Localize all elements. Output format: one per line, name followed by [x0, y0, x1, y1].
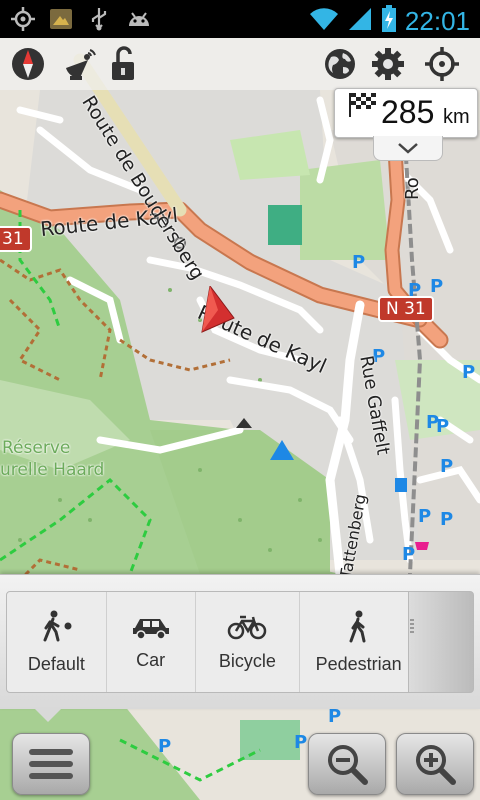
usb-icon [86, 6, 112, 32]
satellite-dish-icon [66, 49, 96, 80]
mode-pedestrian-label: Pedestrian [315, 653, 402, 674]
svg-text:P: P [462, 362, 475, 383]
battery-charging-icon [381, 5, 397, 37]
settings-button[interactable] [366, 42, 410, 86]
car-icon [132, 618, 169, 640]
my-location-icon [425, 47, 459, 81]
notification-app-icon [48, 6, 74, 32]
svg-text:P: P [328, 706, 341, 727]
svg-text:P: P [418, 506, 431, 527]
clock: 22:01 [404, 5, 470, 36]
chevron-down-icon [398, 143, 418, 154]
signal-icon [347, 6, 373, 36]
mode-default-button[interactable]: Default [7, 592, 107, 692]
zoom-in-button[interactable] [396, 733, 474, 795]
map-label-ro: Ro [402, 177, 423, 200]
route-mode-list: Default Car Bicycle Pedestrian [6, 591, 418, 693]
panel-grip-right [410, 619, 414, 633]
globe-icon [325, 49, 355, 79]
current-location-arrow [196, 286, 236, 334]
lock-screen-button[interactable] [102, 42, 146, 86]
layers-button[interactable] [318, 42, 362, 86]
walk-dot-icon [43, 610, 72, 641]
zoom-out-button[interactable] [308, 733, 386, 795]
route-mode-panel: Default Car Bicycle Pedestrian [0, 574, 480, 709]
menu-icon [29, 749, 73, 779]
mode-car-button[interactable]: Car [107, 592, 196, 692]
road-shield-31: 31 [0, 226, 32, 252]
distance-unit: km [443, 106, 470, 128]
lock-open-icon [112, 46, 134, 80]
mode-bicycle-button[interactable]: Bicycle [196, 592, 301, 692]
panel-pointer [34, 708, 62, 722]
map-label-reserve-name: urelle Haard [0, 460, 105, 480]
status-bar: 22:01 [0, 0, 480, 38]
menu-button[interactable] [12, 733, 90, 795]
mode-bicycle-label: Bicycle [218, 650, 276, 671]
mode-car-label: Car [136, 649, 166, 670]
compass-button[interactable] [6, 42, 50, 86]
zoom-in-icon [416, 745, 456, 785]
checkered-flag-icon [349, 93, 377, 121]
panel-scroll-edge [408, 591, 474, 693]
bicycle-icon [228, 615, 267, 639]
svg-text:P: P [440, 456, 453, 477]
svg-text:P: P [436, 416, 449, 437]
svg-text:P: P [352, 252, 365, 273]
wifi-icon [309, 6, 339, 36]
mode-default-label: Default [27, 653, 85, 674]
map-label-reserve: Réserve [2, 438, 71, 458]
expand-info-button[interactable] [373, 136, 443, 161]
map-toolbar [0, 38, 480, 90]
pedestrian-icon [349, 610, 366, 642]
svg-text:P: P [402, 544, 415, 565]
distance-value: 285 [381, 94, 435, 130]
my-location-button[interactable] [420, 42, 464, 86]
svg-text:P: P [440, 509, 453, 530]
svg-text:P: P [294, 732, 307, 753]
android-debug-icon [124, 6, 150, 32]
svg-text:P: P [430, 276, 443, 297]
road-shield-n31: N 31 [378, 296, 434, 322]
gear-icon [372, 48, 404, 80]
gps-icon [10, 6, 36, 32]
svg-text:P: P [158, 736, 171, 757]
compass-icon [12, 48, 44, 80]
gps-status-button[interactable] [58, 42, 102, 86]
zoom-out-icon [328, 745, 368, 785]
distance-to-destination[interactable]: 285 km [334, 88, 478, 138]
mode-pedestrian-button[interactable]: Pedestrian [300, 592, 417, 692]
